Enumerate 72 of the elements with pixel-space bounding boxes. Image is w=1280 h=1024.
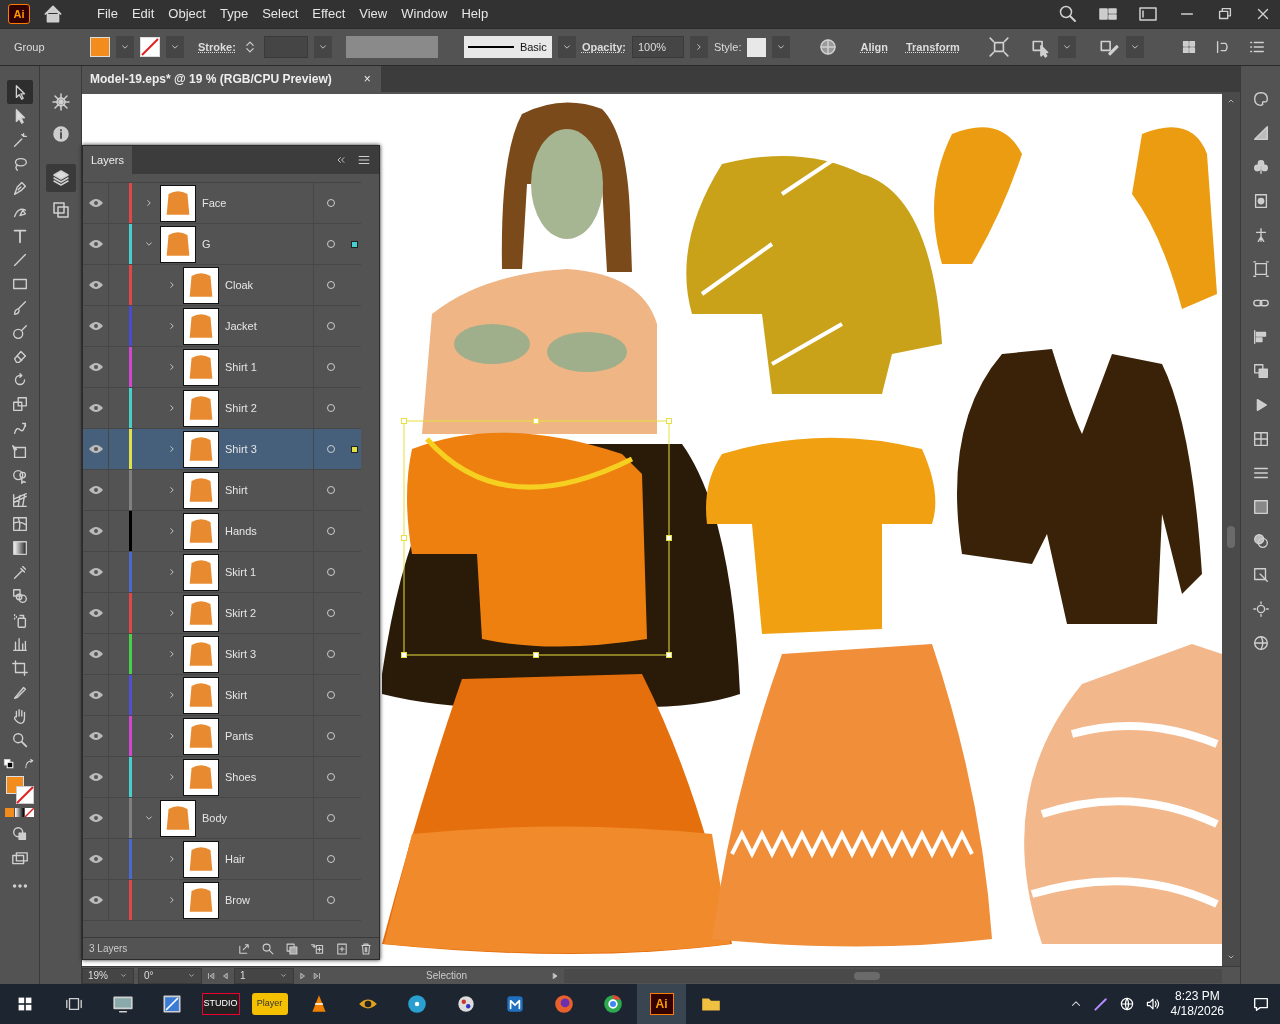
layer-name[interactable]: Shirt 1 [225, 358, 257, 376]
menu-item[interactable]: Object [161, 4, 213, 24]
document-tab[interactable]: Model-19.eps* @ 19 % (RGB/CPU Preview) × [82, 66, 381, 92]
transform-link[interactable]: Transform [899, 37, 966, 57]
brush-name: Basic [519, 39, 547, 55]
layer-row[interactable]: Hair [83, 839, 361, 880]
taskbar-app-button[interactable]: Player [245, 984, 294, 1024]
stroke-label[interactable]: Stroke: [198, 38, 236, 56]
layer-row[interactable]: Skirt 1 [83, 552, 361, 593]
menu-item[interactable]: Select [255, 4, 306, 24]
app-icon-label: Player [251, 993, 288, 1015]
menu-item[interactable]: Type [212, 4, 256, 24]
layer-row[interactable]: Skirt [83, 675, 361, 716]
menu-item[interactable]: File [90, 4, 125, 24]
menu-item[interactable]: Help [454, 4, 496, 24]
layer-count: 3 Layers [89, 942, 128, 957]
selection-type-label: Group [14, 39, 46, 55]
layer-name[interactable]: Skirt [225, 686, 247, 704]
layer-name[interactable]: Skirt 1 [225, 563, 257, 581]
close-tab-button[interactable]: × [361, 70, 373, 88]
layer-row[interactable]: Shirt 3 [83, 429, 361, 470]
layer-name[interactable]: Jacket [225, 317, 257, 335]
layer-row[interactable]: Brow [83, 880, 361, 921]
layer-name[interactable]: Shirt [225, 481, 248, 499]
layer-row[interactable]: Jacket [83, 306, 361, 347]
current-tool-label: Selection [426, 969, 469, 983]
layer-row[interactable]: Shirt 1 [83, 347, 361, 388]
layers-tab[interactable]: Layers [83, 146, 133, 174]
layer-row[interactable]: Pants [83, 716, 361, 757]
app-icon-label: Ai [649, 993, 674, 1015]
layer-row[interactable]: Shoes [83, 757, 361, 798]
app-icon-label: STUDIO [201, 993, 240, 1015]
date-text: 4/18/2026 [1170, 1004, 1224, 1019]
layer-row[interactable]: Skirt 3 [83, 634, 361, 675]
clock[interactable]: 8:23 PM 4/18/2026 [1170, 989, 1224, 1019]
taskbar-app-button[interactable]: Ai [637, 984, 686, 1024]
layer-name[interactable]: Shirt 2 [225, 399, 257, 417]
layer-name[interactable]: Cloak [225, 276, 254, 294]
opacity-label[interactable]: Opacity: [581, 38, 626, 56]
layer-row[interactable]: G [83, 224, 361, 265]
layer-name[interactable]: Body [202, 809, 228, 827]
menu-item[interactable]: Edit [124, 4, 162, 24]
zoom-field[interactable]: 19% [82, 967, 134, 984]
document-title: Model-19.eps* @ 19 % (RGB/CPU Preview) [90, 71, 332, 88]
rotation-field[interactable]: 0° [138, 967, 202, 984]
layer-name[interactable]: Hair [225, 850, 246, 868]
layer-name[interactable]: Shirt 3 [225, 440, 257, 458]
layer-name[interactable]: Shoes [225, 768, 257, 786]
layer-name[interactable]: Pants [225, 727, 254, 745]
layer-row[interactable]: Shirt [83, 470, 361, 511]
layer-row[interactable]: Skirt 2 [83, 593, 361, 634]
app-logo: Ai [8, 4, 30, 24]
layer-row[interactable]: Hands [83, 511, 361, 552]
opacity-field[interactable]: 100% [631, 36, 684, 58]
menu-item[interactable]: View [352, 4, 395, 24]
layer-name[interactable]: Brow [225, 891, 251, 909]
brush-dropdown[interactable]: Basic [463, 36, 552, 58]
layer-name[interactable]: Skirt 2 [225, 604, 257, 622]
layer-row[interactable]: Face [83, 183, 361, 224]
taskbar-app-button[interactable]: STUDIO [196, 984, 245, 1024]
layer-name[interactable]: Hands [225, 522, 257, 540]
layer-name[interactable]: G [202, 235, 211, 253]
layer-name[interactable]: Skirt 3 [225, 645, 257, 663]
style-label: Style: [713, 39, 742, 55]
align-link[interactable]: Align [854, 37, 894, 57]
layer-row[interactable]: Cloak [83, 265, 361, 306]
menu-item[interactable]: Window [394, 4, 455, 24]
layer-row[interactable]: Body [83, 798, 361, 839]
layer-name[interactable]: Face [202, 194, 227, 212]
menu-item[interactable]: Effect [305, 4, 353, 24]
artboard-field[interactable]: 1 [234, 967, 294, 984]
time-text: 8:23 PM [1174, 989, 1220, 1004]
